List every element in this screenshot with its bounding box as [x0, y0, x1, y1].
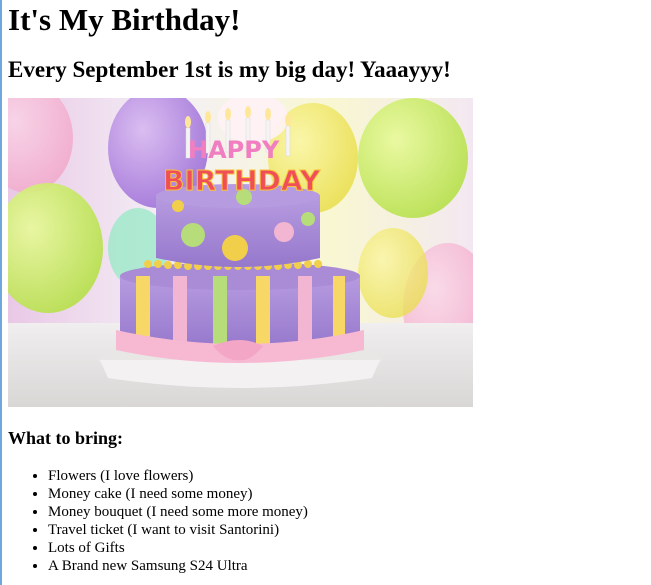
list-item: Lots of Gifts — [48, 539, 648, 557]
page-subtitle: Every September 1st is my big day! Yaaay… — [8, 57, 451, 82]
page-content: It's My Birthday! Every September 1st is… — [8, 0, 648, 575]
birthday-cake-image: HAPPY BIRTHDAY — [8, 98, 473, 407]
list-item: Money cake (I need some money) — [48, 485, 648, 503]
list-item: A Brand new Samsung S24 Ultra — [48, 557, 648, 575]
bring-list: Flowers (I love flowers) Money cake (I n… — [8, 467, 648, 575]
page-title: It's My Birthday! — [8, 2, 241, 37]
topper-line2: BIRTHDAY — [163, 164, 321, 197]
list-heading: What to bring: — [8, 428, 124, 448]
window-edge — [0, 0, 2, 585]
topper-line1: HAPPY — [188, 136, 280, 164]
list-item: Travel ticket (I want to visit Santorini… — [48, 521, 648, 539]
list-item: Money bouquet (I need some more money) — [48, 503, 648, 521]
list-item: Flowers (I love flowers) — [48, 467, 648, 485]
